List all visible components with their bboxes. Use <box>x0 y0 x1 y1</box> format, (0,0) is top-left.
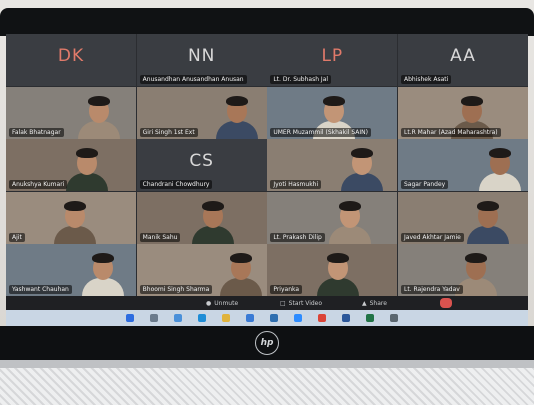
participant-video-feed <box>62 139 112 191</box>
laptop-bezel-top <box>0 8 534 36</box>
participant-video-feed <box>325 192 375 244</box>
participant-name-tag: Lt.R Mahar (Azad Maharashtra) <box>401 127 501 137</box>
participant-video-feed <box>216 244 266 296</box>
gallery-grid: DK NN Anusandhan Anusandhan Anusan LP Lt. Dr… <box>6 34 528 296</box>
mail-icon[interactable] <box>270 314 278 322</box>
participant-name-tag: Jyoti Hasmukhi <box>270 180 322 189</box>
participant-name-tag: UMER Muzammil (Skhakil SAIN) <box>270 127 371 137</box>
participant-tile[interactable]: Jyoti Hasmukhi <box>267 139 398 191</box>
participant-initials: CS <box>189 151 214 171</box>
participant-name-tag: Abhishek Asati <box>401 75 452 84</box>
participant-video-feed <box>50 192 100 244</box>
participant-name-tag: Manik Sahu <box>139 232 181 242</box>
participant-tile[interactable]: Priyanka <box>267 244 398 296</box>
video-label: Start Video <box>288 300 323 307</box>
zoom-icon[interactable] <box>294 314 302 322</box>
word-icon[interactable] <box>342 314 350 322</box>
leave-button[interactable] <box>440 298 452 308</box>
participant-name-tag: Javed Akhtar Jamie <box>401 232 464 242</box>
laptop-hinge <box>0 360 534 368</box>
file-explorer-icon[interactable] <box>222 314 230 322</box>
participant-name-tag: Priyanka <box>270 285 303 294</box>
participant-video-feed <box>188 192 238 244</box>
participant-name-tag: Lt. Prakash Dilip <box>270 232 325 242</box>
participant-tile[interactable]: NN Anusandhan Anusandhan Anusan <box>136 34 267 86</box>
settings-icon[interactable] <box>390 314 398 322</box>
share-label: Share <box>369 300 387 307</box>
participant-name-tag: Anukshya Kumari <box>9 180 68 189</box>
chrome-icon[interactable] <box>318 314 326 322</box>
participant-tile[interactable]: Lt. Prakash Dilip <box>267 191 398 244</box>
participant-video-feed <box>212 87 262 139</box>
participant-tile[interactable]: Javed Akhtar Jamie <box>398 191 528 244</box>
participant-initials: LP <box>321 46 344 66</box>
participant-tile[interactable]: Bhoomi Singh Sharma <box>136 244 267 296</box>
participant-video-feed <box>337 139 387 191</box>
video-camera-icon: □ <box>280 300 286 307</box>
participant-initials: NN <box>187 46 216 66</box>
mute-button[interactable]: ● Unmute <box>206 299 238 308</box>
participant-video-feed <box>78 244 128 296</box>
participant-video-feed <box>313 244 363 296</box>
participant-name-tag: Anusandhan Anusandhan Anusan <box>139 75 247 84</box>
microphone-icon: ● <box>206 300 212 307</box>
laptop-screen: DK NN Anusandhan Anusandhan Anusan LP Lt. Dr… <box>6 34 528 326</box>
participant-name-tag: Giri Singh 1st Ext <box>139 127 198 137</box>
participant-name-tag: Sagar Pandey <box>401 180 449 189</box>
edge-icon[interactable] <box>198 314 206 322</box>
task-view-icon[interactable] <box>174 314 182 322</box>
participant-name-tag: Yashwant Chauhan <box>9 285 72 294</box>
share-button[interactable]: ▲ Share <box>362 299 387 308</box>
participant-tile[interactable]: UMER Muzammil (Skhakil SAIN) <box>267 86 398 139</box>
participant-tile[interactable]: Yashwant Chauhan <box>6 244 136 296</box>
start-video-button[interactable]: □ Start Video <box>280 299 322 308</box>
participant-name-tag: Lt. Rajendra Yadav <box>401 285 463 294</box>
participant-tile[interactable]: Sagar Pandey <box>398 139 528 191</box>
participant-tile[interactable]: DK <box>6 34 136 86</box>
participant-tile[interactable]: Lt. Rajendra Yadav <box>398 244 528 296</box>
participant-initials: AA <box>450 46 476 66</box>
excel-icon[interactable] <box>366 314 374 322</box>
participant-tile[interactable]: Manik Sahu <box>136 191 267 244</box>
participant-initials: DK <box>57 46 85 66</box>
participant-tile[interactable]: AA Abhishek Asati <box>398 34 528 86</box>
participant-video-feed <box>463 192 513 244</box>
participant-name-tag: Chandrani Chowdhury <box>139 180 213 189</box>
participant-name-tag: Lt. Dr. Subhash Jal <box>270 75 332 84</box>
participant-name-tag: Falak Bhatnagar <box>9 127 64 137</box>
windows-taskbar <box>6 310 528 326</box>
participant-name-tag: Bhoomi Singh Sharma <box>139 285 213 294</box>
participant-video-feed <box>74 87 124 139</box>
mute-label: Unmute <box>214 300 239 307</box>
search-icon[interactable] <box>150 314 158 322</box>
participant-name-tag: Ajit <box>9 232 25 242</box>
participant-video-feed <box>475 139 525 191</box>
share-screen-icon: ▲ <box>362 300 367 307</box>
store-icon[interactable] <box>246 314 254 322</box>
hp-logo: hp <box>255 331 279 355</box>
participant-tile[interactable]: Falak Bhatnagar <box>6 86 136 139</box>
participant-tile[interactable]: Anukshya Kumari <box>6 139 136 191</box>
participant-tile[interactable]: CS Chandrani Chowdhury <box>136 139 267 191</box>
participant-tile[interactable]: Giri Singh 1st Ext <box>136 86 267 139</box>
windows-icon[interactable] <box>126 314 134 322</box>
participant-tile[interactable]: Lt.R Mahar (Azad Maharashtra) <box>398 86 528 139</box>
participant-tile[interactable]: LP Lt. Dr. Subhash Jal <box>267 34 398 86</box>
participant-tile[interactable]: Ajit <box>6 191 136 244</box>
